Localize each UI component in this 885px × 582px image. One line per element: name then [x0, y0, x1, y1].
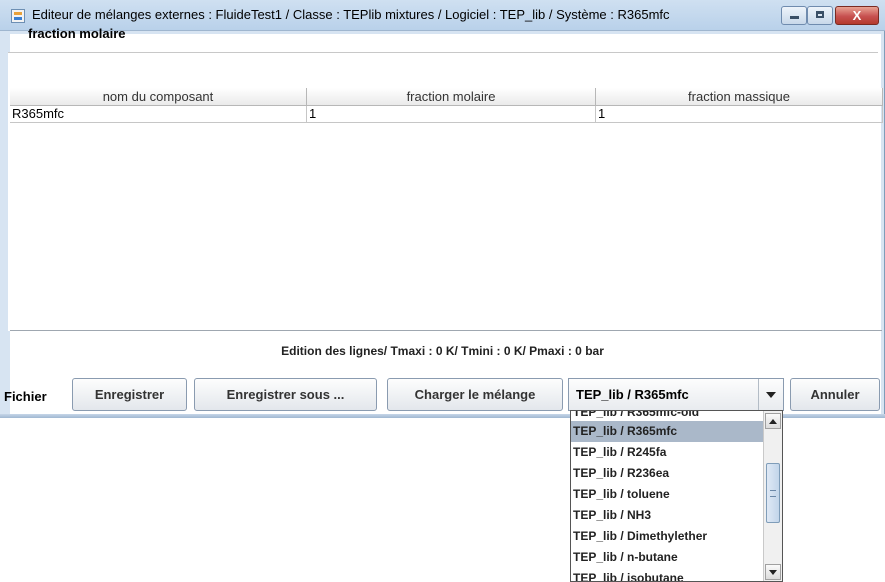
- chevron-down-icon[interactable]: [758, 379, 783, 410]
- file-label: Fichier: [4, 389, 47, 404]
- close-icon: X: [852, 8, 862, 23]
- dropdown-option[interactable]: TEP_lib / R245fa: [571, 442, 764, 463]
- dropdown-option-selected[interactable]: TEP_lib / R365mfc: [571, 421, 764, 442]
- title-bar[interactable]: Editeur de mélanges externes : FluideTes…: [0, 0, 885, 31]
- scrollbar-thumb[interactable]: [766, 463, 780, 523]
- scroll-down-arrow-icon[interactable]: [765, 564, 781, 580]
- maximize-button[interactable]: [807, 6, 833, 25]
- mixture-editor-window: Editeur de mélanges externes : FluideTes…: [0, 0, 885, 418]
- dropdown-option[interactable]: TEP_lib / NH3: [571, 505, 764, 526]
- dropdown-option[interactable]: TEP_lib / n-butane: [571, 547, 764, 568]
- fluid-selector-combo[interactable]: TEP_lib / R365mfc: [568, 378, 784, 411]
- column-header-molar-fraction[interactable]: fraction molaire: [307, 88, 596, 106]
- table-cell-molar-fraction[interactable]: 1: [307, 106, 596, 123]
- dropdown-options: TEP_lib / R365mfc-old TEP_lib / R365mfc …: [571, 411, 764, 581]
- app-icon: [11, 9, 25, 23]
- load-mixture-button[interactable]: Charger le mélange: [387, 378, 563, 411]
- combo-selected-value: TEP_lib / R365mfc: [576, 387, 689, 402]
- dropdown-option[interactable]: TEP_lib / Dimethylether: [571, 526, 764, 547]
- scroll-up-arrow-icon[interactable]: [765, 413, 781, 429]
- section-title: fraction molaire: [28, 26, 126, 41]
- close-button[interactable]: X: [835, 6, 879, 25]
- table-cell-mass-fraction[interactable]: 1: [596, 106, 883, 123]
- fluid-dropdown-list[interactable]: TEP_lib / R365mfc-old TEP_lib / R365mfc …: [570, 410, 783, 582]
- window-title: Editeur de mélanges externes : FluideTes…: [32, 7, 670, 22]
- save-as-button[interactable]: Enregistrer sous ...: [194, 378, 377, 411]
- dropdown-scrollbar[interactable]: [763, 411, 782, 581]
- column-header-mass-fraction[interactable]: fraction massique: [596, 88, 883, 106]
- table-cell-component[interactable]: R365mfc: [10, 106, 307, 123]
- dropdown-option[interactable]: TEP_lib / R236ea: [571, 463, 764, 484]
- cancel-button[interactable]: Annuler: [790, 378, 880, 411]
- column-header-component-name[interactable]: nom du composant: [10, 88, 307, 106]
- save-button[interactable]: Enregistrer: [72, 378, 187, 411]
- minimize-button[interactable]: [781, 6, 807, 25]
- dropdown-option[interactable]: TEP_lib / toluene: [571, 484, 764, 505]
- status-divider: [10, 330, 882, 331]
- status-text: Edition des lignes/ Tmaxi : 0 K/ Tmini :…: [281, 344, 604, 358]
- dropdown-option[interactable]: TEP_lib / isobutane: [571, 568, 764, 581]
